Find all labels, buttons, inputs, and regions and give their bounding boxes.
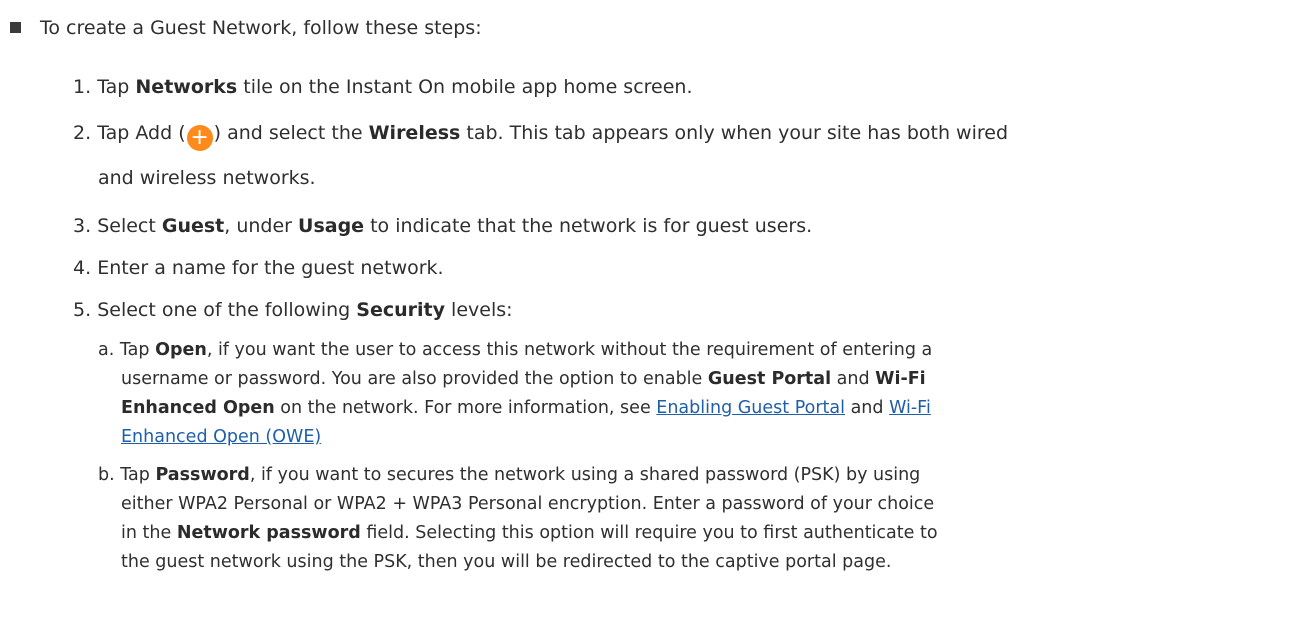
step-5: 5. Select one of the following Security …: [73, 297, 513, 323]
bold-term: Open: [155, 340, 207, 360]
enabling-guest-portal-link[interactable]: Enabling Guest Portal: [656, 398, 845, 418]
sub-item-a-line-4: Enhanced Open (OWE): [121, 425, 321, 450]
bold-term: Guest Portal: [707, 369, 832, 389]
bold-term: Network password: [176, 523, 361, 543]
sub-item-b-line-1: b. Tap Password, if you want to secures …: [98, 465, 921, 485]
intro-text: To create a Guest Network, follow these …: [40, 17, 482, 39]
bold-term: Wi-Fi: [875, 369, 926, 389]
step-number: 1.: [73, 76, 92, 98]
square-bullet-icon: [10, 22, 21, 33]
bold-term: Security: [356, 299, 445, 321]
plus-icon: +: [186, 125, 213, 151]
sub-item-b-line-4: the guest network using the PSK, then yo…: [121, 552, 892, 572]
step-2-continued: and wireless networks.: [98, 167, 316, 189]
step-number: 2.: [73, 122, 92, 144]
step-number: 3.: [73, 215, 92, 237]
step-2: 2. Tap Add (+) and select the Wireless t…: [73, 120, 1008, 151]
wifi-enhanced-open-link[interactable]: Wi-Fi: [889, 398, 931, 418]
bold-term: Networks: [135, 76, 238, 98]
step-text: Tap Networks tile on the Instant On mobi…: [97, 76, 693, 98]
wifi-enhanced-open-link-continued[interactable]: Enhanced Open (OWE): [121, 427, 321, 447]
step-text: Select Guest, under Usage to indicate th…: [97, 215, 813, 237]
step-4: 4. Enter a name for the guest network.: [73, 255, 444, 281]
step-1: 1. Tap Networks tile on the Instant On m…: [73, 74, 693, 100]
bold-term: Guest: [161, 215, 225, 237]
bold-term: Password: [155, 465, 250, 485]
sub-item-a-line-1: a. Tap Open, if you want the user to acc…: [98, 340, 933, 360]
bold-term: Usage: [298, 215, 365, 237]
sub-item-b-line-2: either WPA2 Personal or WPA2 + WPA3 Pers…: [121, 494, 935, 514]
document-page: To create a Guest Network, follow these …: [0, 0, 1304, 618]
step-number: 4.: [73, 257, 92, 279]
step-text: Enter a name for the guest network.: [97, 257, 444, 279]
step-text: Tap Add (+) and select the Wireless tab.…: [97, 122, 1009, 151]
bold-term: Enhanced Open: [121, 398, 275, 418]
sub-item-a-line-3: Enhanced Open on the network. For more i…: [121, 398, 931, 418]
sub-item-a-line-2: username or password. You are also provi…: [121, 369, 926, 389]
sub-item-b-line-3: in the Network password field. Selecting…: [121, 523, 938, 543]
step-number: 5.: [73, 299, 92, 321]
sub-letter: a.: [98, 340, 115, 360]
step-text: Select one of the following Security lev…: [97, 299, 513, 321]
bold-term: Wireless: [368, 122, 461, 144]
step-3: 3. Select Guest, under Usage to indicate…: [73, 213, 812, 239]
sub-letter: b.: [98, 465, 115, 485]
